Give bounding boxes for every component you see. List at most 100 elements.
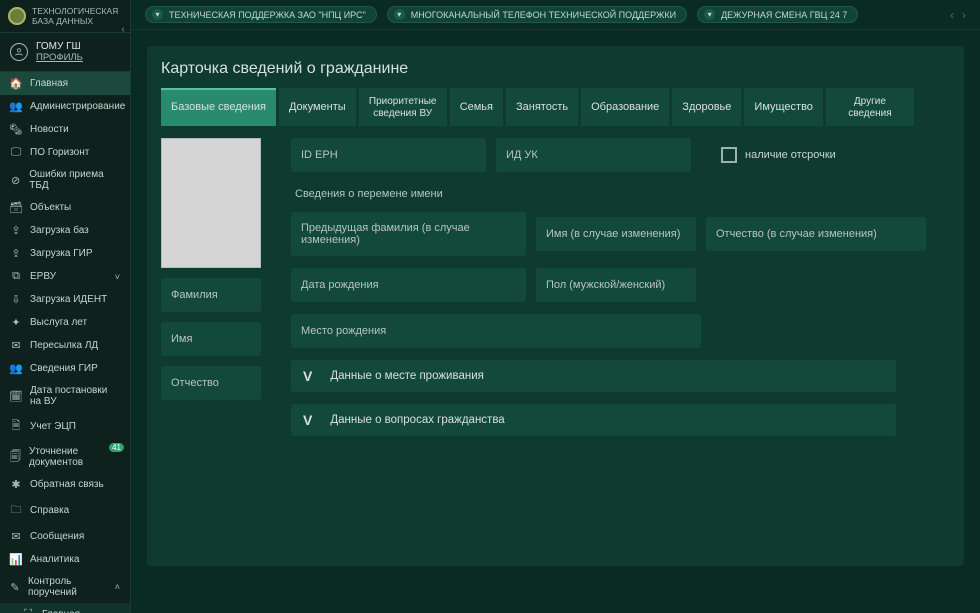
date-icon: 🗓: [10, 390, 22, 403]
sidebar-item-label: Сообщения: [30, 531, 84, 542]
tab[interactable]: Имущество: [744, 88, 823, 126]
analytics-icon: 📊: [10, 553, 22, 566]
sidebar-item-upload[interactable]: ⇪ Загрузка баз: [0, 219, 130, 242]
accordion-residence[interactable]: V Данные о месте проживания: [291, 360, 896, 392]
sidebar-collapse-toggle[interactable]: ‹: [116, 0, 130, 58]
id-uk-field[interactable]: ИД УК: [496, 138, 691, 172]
sidebar-item-gir[interactable]: 👥Сведения ГИР: [0, 357, 130, 380]
sidebar-item-label: Главная: [30, 78, 68, 89]
sidebar-item-news[interactable]: 🗞Новости: [0, 118, 130, 141]
sidebar-item-label: Контроль поручений: [28, 576, 107, 598]
prev-patronymic-field[interactable]: Отчество (в случае изменения): [706, 217, 926, 251]
profile-block: ГОМУ ГШ ПРОФИЛЬ: [0, 33, 130, 72]
sidebar-item-years[interactable]: ✦Выслуга лет: [0, 311, 130, 334]
profile-link[interactable]: ПРОФИЛЬ: [36, 52, 83, 63]
docfix-icon: 🗐: [10, 448, 21, 467]
sex-field[interactable]: Пол (мужской/женский): [536, 268, 696, 302]
dob-field[interactable]: Дата рождения: [291, 268, 526, 302]
years-icon: ✦: [10, 316, 22, 329]
sidebar-item-control[interactable]: ✎Контроль поручений˄: [0, 571, 130, 603]
id-ern-field[interactable]: ID ЕРН: [291, 138, 486, 172]
sidebar-item-forward[interactable]: ✉Пересылка ЛД: [0, 334, 130, 357]
errors-icon: ⊘: [10, 174, 21, 187]
topbar: ▾ ТЕХНИЧЕСКАЯ ПОДДЕРЖКА ЗАО "НПЦ ИРС" ▾ …: [131, 0, 980, 30]
sidebar-item-label: Пересылка ЛД: [30, 340, 98, 351]
patronymic-field[interactable]: Отчество: [161, 366, 261, 400]
nav-list: 🏠Главная👥Администрирование🗞Новости 🖵 ПО Го…: [0, 72, 130, 613]
topbar-pill-label: ТЕХНИЧЕСКАЯ ПОДДЕРЖКА ЗАО "НПЦ ИРС": [169, 10, 366, 20]
sidebar-item-label: Учет ЭЦП: [30, 421, 76, 432]
msg-icon: ✉: [10, 530, 22, 543]
upload-icon: ⇪: [10, 224, 22, 237]
tab[interactable]: Здоровье: [672, 88, 741, 126]
chevron-down-icon: ▾: [704, 9, 715, 20]
sidebar-item-label: Обратная связь: [30, 479, 104, 490]
sidebar-item-label: ПО Горизонт: [30, 147, 89, 158]
surname-field[interactable]: Фамилия: [161, 278, 261, 312]
ident-icon: ⇩: [10, 293, 22, 306]
chevron-down-icon: V: [303, 412, 312, 428]
checkbox-icon[interactable]: [721, 147, 737, 163]
sidebar-item-upload2[interactable]: ⇪Загрузка ГИР: [0, 242, 130, 265]
sidebar-item-msg[interactable]: ✉ Сообщения: [0, 525, 130, 548]
main-area: ▾ ТЕХНИЧЕСКАЯ ПОДДЕРЖКА ЗАО "НПЦ ИРС" ▾ …: [131, 0, 980, 613]
feedback-icon: ✱: [10, 478, 22, 491]
tab[interactable]: Занятость: [506, 88, 578, 126]
home2-icon: ⛶: [22, 608, 34, 613]
topbar-pill-shift[interactable]: ▾ ДЕЖУРНАЯ СМЕНА ГВЦ 24 7: [697, 6, 858, 23]
tab[interactable]: Документы: [279, 88, 356, 126]
topbar-pill-phone[interactable]: ▾ МНОГОКАНАЛЬНЫЙ ТЕЛЕФОН ТЕХНИЧЕСКОЙ ПОД…: [387, 6, 687, 23]
chevron-down-icon: ▾: [394, 9, 405, 20]
tab[interactable]: Приоритетные сведения ВУ: [359, 88, 447, 126]
nav-prev[interactable]: ‹: [950, 8, 954, 22]
photo-placeholder[interactable]: [161, 138, 261, 268]
sidebar-item-errors[interactable]: ⊘ Ошибки приема ТБД: [0, 164, 130, 196]
sidebar-item-label: Дата постановки на ВУ: [30, 385, 120, 407]
page-title: Карточка сведений о гражданине: [161, 60, 950, 78]
ervu-icon: ⧉: [10, 270, 22, 283]
sidebar-item-home2[interactable]: ⛶ Главная: [0, 603, 130, 613]
sidebar-item-label: Загрузка ГИР: [30, 248, 93, 259]
news-icon: 🗞: [10, 123, 22, 136]
sidebar-item-docfix[interactable]: 🗐Уточнение документов41: [0, 441, 130, 473]
sidebar-item-ident[interactable]: ⇩Загрузка ИДЕНТ: [0, 288, 130, 311]
prev-surname-field[interactable]: Предыдущая фамилия (в случае изменения): [291, 212, 526, 256]
sidebar-item-label: Главная: [42, 609, 80, 613]
sidebar-item-label: Аналитика: [30, 554, 80, 565]
sidebar-item-analytics[interactable]: 📊 Аналитика: [0, 548, 130, 571]
nav-next[interactable]: ›: [962, 8, 966, 22]
sidebar-item-ecp[interactable]: 🗎 Учет ЭЦП: [0, 412, 130, 441]
sidebar-header: ТЕХНОЛОГИЧЕСКАЯ БАЗА ДАННЫХ ‹: [0, 0, 130, 33]
deferral-checkbox-group[interactable]: наличие отсрочки: [721, 147, 836, 163]
name-field[interactable]: Имя: [161, 322, 261, 356]
card: Карточка сведений о гражданине Базовые с…: [147, 46, 964, 566]
sidebar-item-label: Загрузка баз: [30, 225, 89, 236]
prev-name-field[interactable]: Имя (в случае изменения): [536, 217, 696, 251]
chevron-down-icon: ˅: [115, 272, 120, 282]
sidebar-item-ervu[interactable]: ⧉ ЕРВУ ˅: [0, 265, 130, 288]
avatar-icon: [10, 43, 28, 61]
tab[interactable]: Образование: [581, 88, 669, 126]
tab[interactable]: Семья: [450, 88, 503, 126]
sidebar-item-label: Справка: [30, 505, 69, 516]
sidebar-item-horizon[interactable]: 🖵 ПО Горизонт: [0, 141, 130, 164]
topbar-pill-support[interactable]: ▾ ТЕХНИЧЕСКАЯ ПОДДЕРЖКА ЗАО "НПЦ ИРС": [145, 6, 377, 23]
sidebar-item-label: Ошибки приема ТБД: [29, 169, 120, 191]
sidebar-item-date[interactable]: 🗓 Дата постановки на ВУ: [0, 380, 130, 412]
content-wrap: Карточка сведений о гражданине Базовые с…: [131, 30, 980, 613]
ecp-icon: 🗎: [10, 417, 22, 436]
pob-field[interactable]: Место рождения: [291, 314, 701, 348]
sidebar-item-label: Уточнение документов: [29, 446, 120, 468]
tab[interactable]: Другие сведения: [826, 88, 914, 126]
sidebar-item-home[interactable]: 🏠Главная: [0, 72, 130, 95]
accordion-citizenship[interactable]: V Данные о вопросах гражданства: [291, 404, 896, 436]
sidebar-item-label: Администрирование: [30, 101, 125, 112]
sidebar-item-objects[interactable]: 🗃Объекты: [0, 196, 130, 219]
chevron-down-icon: ▾: [152, 9, 163, 20]
sidebar-item-feedback[interactable]: ✱ Обратная связь: [0, 473, 130, 496]
tab[interactable]: Базовые сведения: [161, 88, 276, 126]
sidebar-item-admin[interactable]: 👥Администрирование: [0, 95, 130, 118]
sidebar-item-help[interactable]: 🗀Справка: [0, 496, 130, 525]
sidebar-item-label: ЕРВУ: [30, 271, 56, 282]
horizon-icon: 🖵: [10, 146, 22, 159]
